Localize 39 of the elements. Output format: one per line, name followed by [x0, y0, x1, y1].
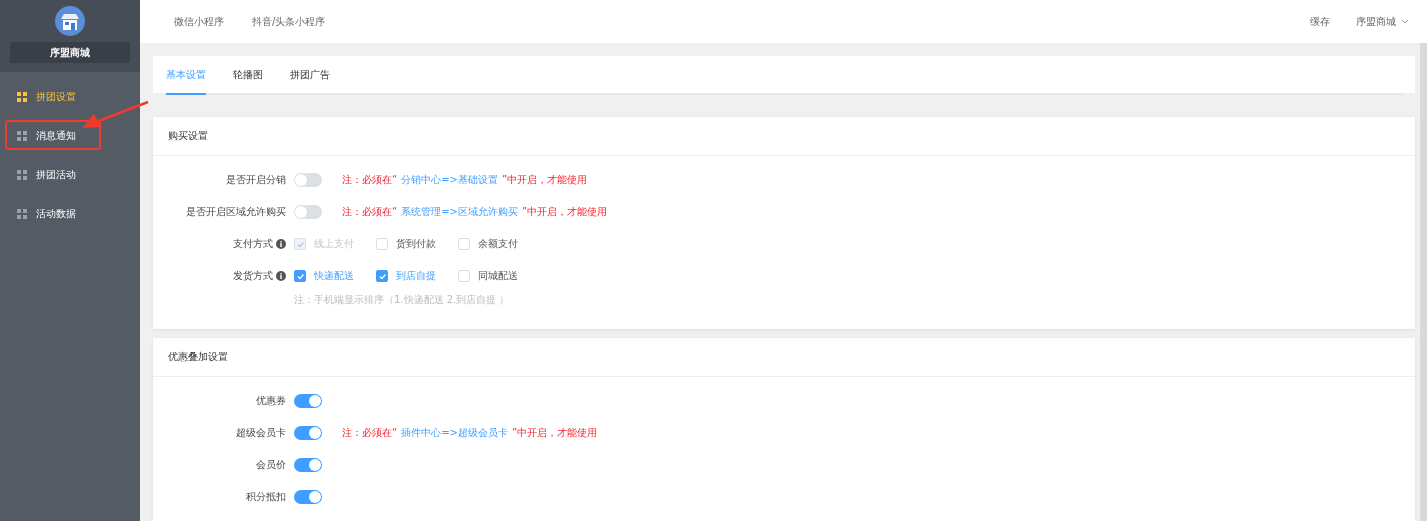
- platform-tab[interactable]: 抖音/头条小程序: [252, 14, 326, 29]
- toggle-switch[interactable]: [294, 394, 322, 408]
- grid-icon: [17, 91, 27, 102]
- shop-logo: [55, 6, 85, 36]
- shop-name: 序盟商城: [10, 42, 130, 63]
- field-label: 积分抵扣: [246, 490, 286, 504]
- toggle-switch[interactable]: [294, 205, 322, 219]
- field-label: 是否开启分销: [226, 173, 286, 187]
- cache-link[interactable]: 缓存: [1310, 14, 1330, 29]
- field-label: 支付方式: [233, 237, 273, 251]
- sidebar-item[interactable]: 消息通知: [0, 116, 140, 155]
- user-menu[interactable]: 序盟商城: [1356, 14, 1409, 29]
- chevron-down-icon: [1401, 19, 1409, 24]
- platform-tab[interactable]: 微信小程序: [174, 14, 224, 29]
- note-text: 注：必须在“ 分销中心=>基础设置 ”中开启，才能使用: [342, 173, 588, 187]
- sidebar-item[interactable]: 拼团设置: [0, 77, 140, 116]
- toggle-switch[interactable]: [294, 458, 322, 472]
- field-label: 会员价: [256, 458, 286, 472]
- note-text: 注：必须在“ 插件中心=>超级会员卡 ”中开启，才能使用: [342, 426, 598, 440]
- grid-icon: [17, 169, 27, 180]
- sidebar-item[interactable]: 活动数据: [0, 194, 140, 233]
- settings-tab[interactable]: 拼团广告: [290, 56, 330, 95]
- toggle-switch[interactable]: [294, 490, 322, 504]
- toggle-switch[interactable]: [294, 173, 322, 187]
- toggle-switch[interactable]: [294, 426, 322, 440]
- note-text: 注：必须在“ 系统管理=>区域允许购买 ”中开启，才能使用: [342, 205, 608, 219]
- checkbox-option[interactable]: 货到付款: [376, 237, 436, 251]
- grid-icon: [17, 208, 27, 219]
- sidebar-item[interactable]: 拼团活动: [0, 155, 140, 194]
- field-label: 超级会员卡: [236, 426, 286, 440]
- checkbox-option[interactable]: 余额支付: [458, 237, 518, 251]
- grid-icon: [17, 130, 27, 141]
- settings-tab[interactable]: 轮播图: [233, 56, 263, 95]
- field-label: 发货方式: [233, 269, 273, 283]
- field-label: 优惠券: [256, 394, 286, 408]
- checkbox-option[interactable]: 同城配送: [458, 269, 518, 283]
- field-label: 是否开启区域允许购买: [186, 205, 286, 219]
- card-title: 优惠叠加设置: [153, 338, 1415, 377]
- card-title: 购买设置: [153, 117, 1415, 156]
